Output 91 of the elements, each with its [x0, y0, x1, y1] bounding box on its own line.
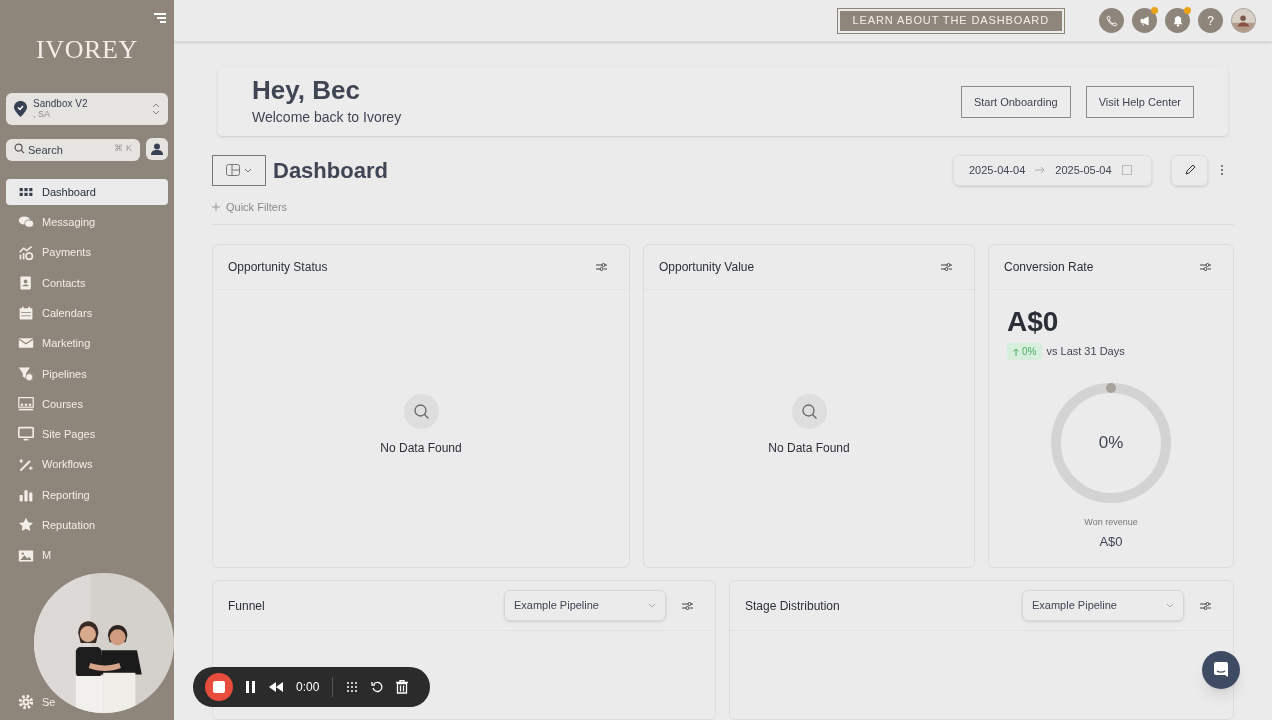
profile-avatar[interactable] [1231, 8, 1256, 33]
page-title: Dashboard [273, 156, 388, 185]
nav-item[interactable]: Workflows [6, 451, 105, 478]
empty-message: No Data Found [768, 440, 850, 457]
user-button[interactable] [146, 138, 168, 160]
settings-icon[interactable] [18, 694, 34, 711]
card-title: Opportunity Status [228, 259, 328, 276]
contact-card-icon [18, 274, 34, 291]
filter-settings-icon[interactable] [941, 262, 952, 272]
metric-value: A$0 [1007, 306, 1060, 338]
chart-coin-icon [18, 244, 34, 261]
chevron-down-icon [1166, 603, 1174, 608]
chat-bubbles-icon [18, 214, 34, 231]
search-icon [791, 394, 827, 429]
date-range-field[interactable]: 2025-04-04 2025-05-04 [953, 154, 1152, 186]
monitor-icon [18, 426, 34, 443]
arrow-right-icon [1035, 166, 1046, 174]
quick-filters-button[interactable]: Quick Filters [212, 198, 1234, 225]
caption: Won revenue [1084, 516, 1138, 529]
filter-settings-icon[interactable] [1200, 600, 1211, 611]
arrow-up-icon [1013, 347, 1019, 356]
chat-button[interactable] [1202, 651, 1240, 689]
person-icon [151, 143, 163, 155]
nav-label: Se [42, 695, 56, 710]
comparison-text: vs Last 31 Days [1046, 344, 1125, 360]
ring-percentage: 0% [1098, 433, 1124, 453]
notifications-button[interactable] [1165, 8, 1190, 33]
pipeline-select[interactable]: Example Pipeline [504, 590, 666, 621]
header-button[interactable]: Start Onboarding [960, 85, 1071, 118]
pause-icon[interactable] [246, 681, 256, 693]
nav-item[interactable]: Reputation [6, 512, 108, 539]
account-name: Sandbox V2 [33, 98, 89, 109]
welcome-subtitle: Welcome back to Ivorey [252, 108, 402, 128]
nav-item[interactable]: Marketing [6, 330, 103, 357]
restart-icon[interactable] [371, 681, 384, 693]
chevron-down-icon [244, 167, 252, 173]
account-switcher[interactable]: Sandbox V2 , SA [6, 93, 168, 125]
help-button[interactable]: ? [1198, 8, 1223, 33]
filter-settings-icon[interactable] [1200, 262, 1211, 272]
star-icon [18, 517, 34, 534]
empty-message: No Data Found [380, 440, 462, 457]
nav-item[interactable]: Site Pages [6, 421, 108, 448]
shortcut-hint: ⌘ K [114, 142, 132, 155]
nav-item[interactable]: M [6, 542, 64, 569]
presentation-icon [18, 396, 34, 413]
phone-button[interactable] [1099, 8, 1124, 33]
filter-settings-icon[interactable] [596, 262, 607, 272]
calendar-icon [18, 305, 34, 322]
nav-item[interactable]: Courses [6, 391, 95, 418]
account-location: , SA [33, 109, 51, 120]
learn-button[interactable]: LEARN ABOUT THE DASHBOARD [836, 7, 1065, 34]
logo: IVOREY [34, 34, 140, 66]
chevron-down-icon [648, 603, 656, 608]
menu-icon[interactable] [154, 12, 166, 24]
filter-settings-icon[interactable] [682, 600, 693, 611]
chevron-updown-icon [152, 103, 160, 115]
nav-item[interactable]: Dashboard [6, 179, 168, 205]
header-button[interactable]: Visit Help Center [1085, 85, 1194, 118]
pencil-icon [1183, 164, 1196, 176]
map-pin-icon [14, 101, 27, 117]
image-icon [18, 547, 34, 564]
card-title: Stage Distribution [745, 597, 841, 615]
recording-timer: 0:00 [296, 679, 320, 696]
more-icon[interactable] [1220, 164, 1224, 176]
trash-icon[interactable] [396, 680, 409, 694]
pipeline-select[interactable]: Example Pipeline [1022, 590, 1184, 621]
nav-item[interactable]: Messaging [6, 209, 108, 236]
change-badge: 0% [1007, 343, 1043, 360]
stop-button[interactable] [205, 673, 233, 701]
search-icon [403, 394, 439, 429]
welcome-title: Hey, Bec [252, 75, 361, 106]
layout-dropdown[interactable] [212, 154, 266, 186]
funnel-icon [18, 365, 34, 382]
magic-wand-icon [18, 456, 34, 473]
card-title: Opportunity Value [659, 259, 755, 276]
megaphone-button[interactable] [1132, 8, 1157, 33]
nav-item[interactable]: Contacts [6, 269, 98, 296]
card-title: Funnel [228, 597, 266, 615]
nav-item[interactable]: Pipelines [6, 360, 99, 387]
rewind-icon[interactable] [269, 682, 283, 692]
nav-item[interactable]: Reporting [6, 481, 102, 508]
calendar-icon [1121, 165, 1132, 175]
layout-icon [226, 164, 240, 176]
plus-icon [212, 202, 220, 211]
card-title: Conversion Rate [1004, 259, 1094, 276]
nav-item[interactable]: Calendars [6, 300, 105, 327]
nav-item[interactable]: Payments [6, 239, 103, 266]
grid-dots-icon[interactable] [346, 681, 359, 693]
caption-value: A$0 [1099, 532, 1123, 551]
search-icon [14, 143, 25, 154]
chat-icon [1212, 661, 1230, 679]
